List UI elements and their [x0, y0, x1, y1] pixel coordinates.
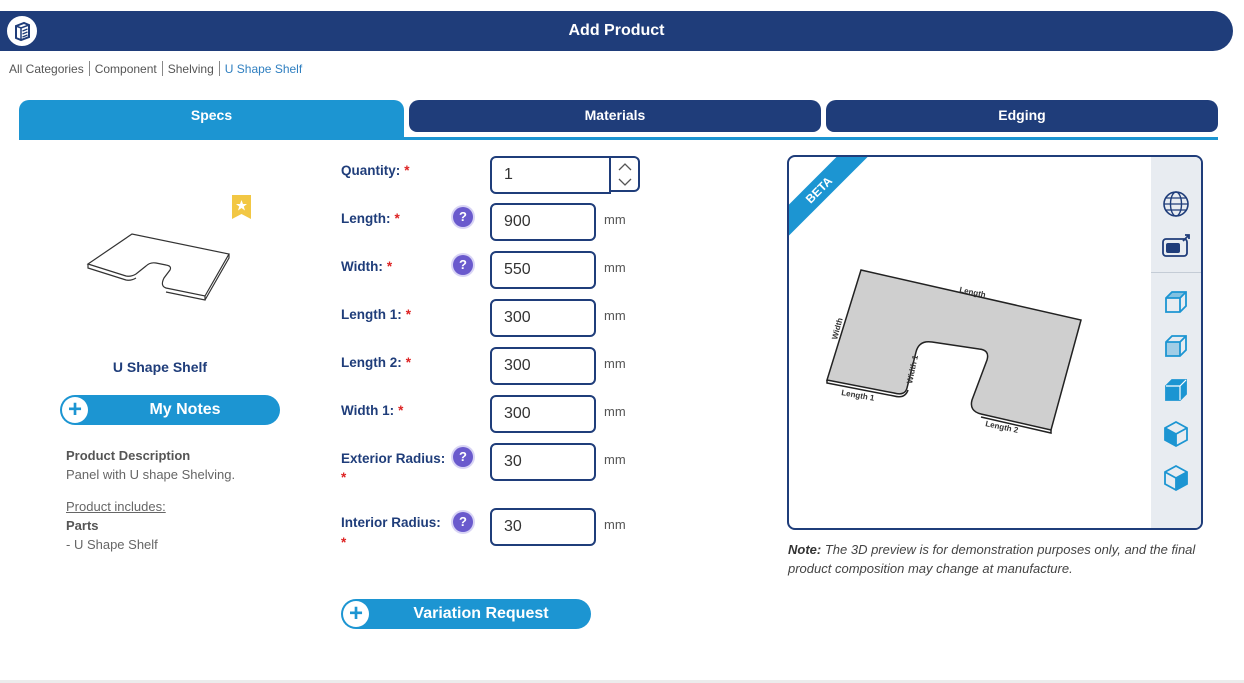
my-notes-button[interactable]: + My Notes: [60, 395, 280, 425]
preview-note: Note: The 3D preview is for demonstratio…: [788, 540, 1198, 578]
part-item: - U Shape Shelf: [66, 537, 158, 552]
length-1-input[interactable]: 300: [490, 299, 596, 337]
length-2-input[interactable]: 300: [490, 347, 596, 385]
unit-label: mm: [604, 212, 626, 227]
dim-length-1: Length 1: [841, 388, 876, 403]
cube-top-view-icon[interactable]: [1161, 287, 1191, 317]
cube-iso-alt-view-icon[interactable]: [1161, 463, 1191, 493]
required-mark: *: [341, 470, 347, 485]
cube-side-view-icon[interactable]: [1161, 375, 1191, 405]
exterior-radius-label: Exterior Radius:: [341, 451, 446, 466]
help-icon[interactable]: ?: [453, 447, 473, 467]
note-bold: Note:: [788, 542, 822, 557]
product-name: U Shape Shelf: [112, 359, 208, 375]
variation-request-label: Variation Request: [413, 605, 549, 622]
length-input[interactable]: 900: [490, 203, 596, 241]
tab-bar: Specs Materials Edging: [19, 100, 1218, 140]
beta-badge: BETA: [789, 157, 870, 241]
width-label: Width: *: [341, 259, 393, 274]
breadcrumb-separator: [88, 61, 90, 76]
quantity-stepper[interactable]: [609, 156, 640, 192]
3d-shelf-model[interactable]: Length Width Length 1 Width 1 Length 2: [819, 262, 1119, 462]
length-1-label: Length 1: *: [341, 307, 412, 322]
unit-label: mm: [604, 452, 626, 467]
chevron-up-icon[interactable]: [611, 158, 638, 174]
unit-label: mm: [604, 404, 626, 419]
parts-heading: Parts: [66, 518, 99, 533]
quantity-label: Quantity: *: [341, 163, 410, 178]
my-notes-label: My Notes: [149, 401, 221, 418]
product-description-block: Product Description Panel with U shape S…: [66, 446, 235, 554]
breadcrumb: All Categories Component Shelving U Shap…: [9, 61, 302, 76]
description-heading: Product Description: [66, 448, 191, 463]
interior-radius-label: Interior Radius:: [341, 515, 441, 530]
width-1-input[interactable]: 300: [490, 395, 596, 433]
screenshot-icon[interactable]: [1161, 231, 1191, 261]
unit-label: mm: [604, 260, 626, 275]
globe-icon[interactable]: [1161, 189, 1191, 219]
description-text: Panel with U shape Shelving.: [66, 467, 236, 482]
variation-request-button[interactable]: + Variation Request: [341, 599, 591, 629]
includes-heading: Product includes:: [66, 499, 166, 514]
exterior-radius-input[interactable]: 30: [490, 443, 596, 481]
breadcrumb-component[interactable]: Component: [95, 62, 157, 76]
unit-label: mm: [604, 517, 626, 532]
length-label: Length: *: [341, 211, 400, 226]
note-text: The 3D preview is for demonstration purp…: [788, 542, 1196, 576]
cube-front-view-icon[interactable]: [1161, 331, 1191, 361]
help-icon[interactable]: ?: [453, 512, 473, 532]
width-1-label: Width 1: *: [341, 403, 404, 418]
3d-preview-panel[interactable]: BETA Length Width Length 1 Width 1 Lengt…: [787, 155, 1203, 530]
help-icon[interactable]: ?: [453, 207, 473, 227]
breadcrumb-current: U Shape Shelf: [224, 61, 303, 76]
preview-toolbar: [1151, 157, 1201, 528]
plus-icon: +: [62, 397, 88, 423]
breadcrumb-all-categories[interactable]: All Categories: [9, 62, 84, 76]
page-title: Add Product: [568, 22, 665, 39]
quantity-input[interactable]: 1: [490, 156, 611, 194]
unit-label: mm: [604, 356, 626, 371]
plus-icon: +: [343, 601, 369, 627]
header-bar: Add Product: [0, 11, 1233, 51]
breadcrumb-shelving[interactable]: Shelving: [168, 62, 214, 76]
help-icon[interactable]: ?: [453, 255, 473, 275]
product-thumbnail: [84, 226, 234, 306]
breadcrumb-separator: [218, 61, 220, 76]
breadcrumb-separator: [161, 61, 163, 76]
interior-radius-input[interactable]: 30: [490, 508, 596, 546]
unit-label: mm: [604, 308, 626, 323]
length-2-label: Length 2: *: [341, 355, 412, 370]
toolbar-divider: [1151, 272, 1201, 273]
chevron-down-icon[interactable]: [611, 174, 638, 190]
tab-edging[interactable]: Edging: [826, 100, 1218, 132]
cube-iso-view-icon[interactable]: [1161, 419, 1191, 449]
tab-materials[interactable]: Materials: [409, 100, 821, 132]
width-input[interactable]: 550: [490, 251, 596, 289]
required-mark: *: [341, 535, 347, 550]
favorite-star-icon[interactable]: [231, 194, 252, 220]
tab-specs[interactable]: Specs: [19, 100, 404, 137]
